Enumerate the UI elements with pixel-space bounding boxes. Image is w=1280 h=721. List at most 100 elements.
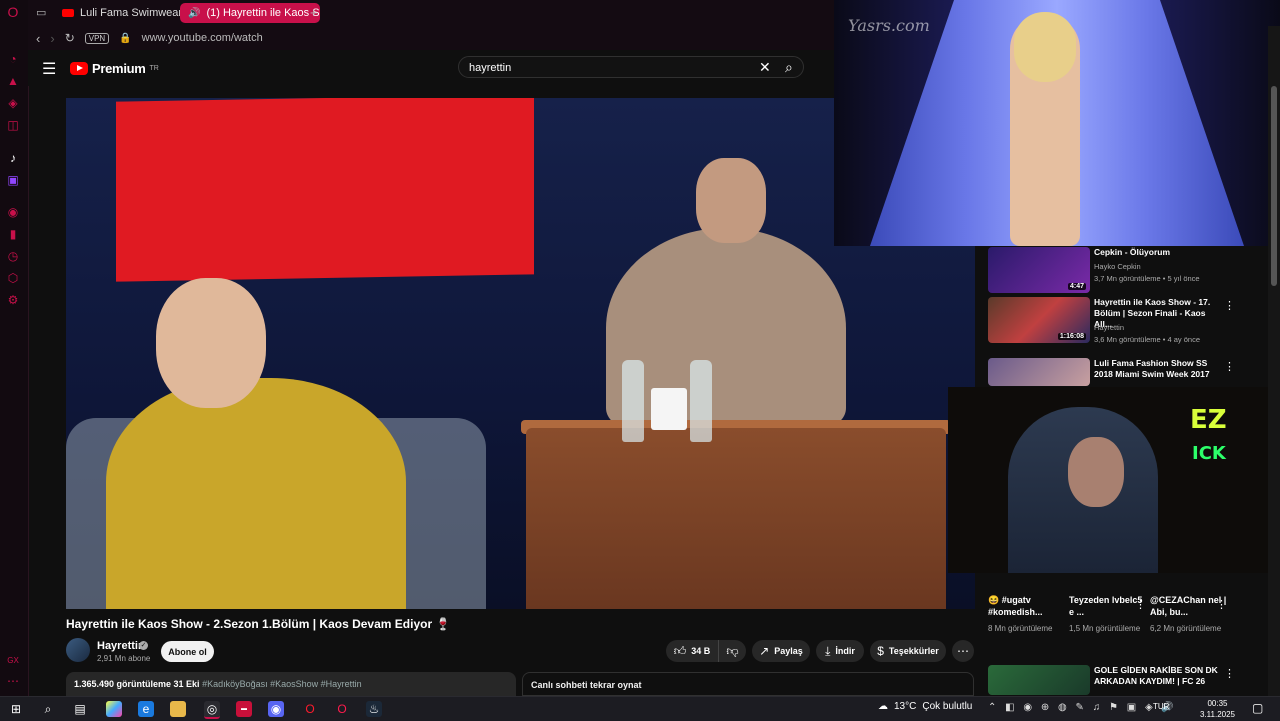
video-title[interactable]: GOLE GİDEN RAKİBE SON DK ARKADAN KAYDIM!… (1094, 665, 1218, 687)
channel-name[interactable]: Hayrettin (97, 640, 145, 652)
more-icon[interactable]: ⋯ (6, 674, 20, 688)
vpn-badge[interactable]: VPN (84, 32, 110, 44)
description-box[interactable]: 1.365.490 görüntüleme 31 Eki #KadıköyBoğ… (66, 672, 516, 696)
url-field[interactable]: www.youtube.com/watch (142, 32, 263, 44)
verified-check-icon: ✓ (139, 641, 148, 650)
recommended-item[interactable]: GOLE GİDEN RAKİBE SON DK ARKADAN KAYDIM!… (988, 665, 1268, 695)
weather-widget[interactable]: ☁ 13°C Çok bulutlu (878, 701, 972, 712)
short-title[interactable]: 😆 #ugatv #komedish... (988, 594, 1066, 618)
water-bottle (622, 360, 644, 442)
channel-name[interactable]: Hayrettin (1094, 323, 1124, 332)
like-button[interactable]: 👍︎ 34 B (666, 640, 718, 662)
extensions-icon[interactable]: ⬡ (6, 271, 20, 285)
host-head (696, 158, 766, 243)
tab-bar: ▭ Luli Fama Swimwear Fash 🔊 (1) Hayretti… (28, 0, 834, 26)
recommended-item[interactable]: 4:47 Cepkin - Ölüyorum Hayko Cepkin 3,7 … (988, 247, 1268, 297)
aria-icon[interactable]: ◔ (6, 52, 20, 66)
more-horizontal-icon: ⋯ (957, 644, 969, 658)
more-options-icon[interactable]: ⋮ (1135, 598, 1146, 611)
short-views: 1,5 Mn görüntüleme (1069, 624, 1141, 633)
date: 3.11.2025 (1200, 710, 1235, 719)
search-icon[interactable]: ⌕ (40, 701, 56, 717)
opera-gx-icon[interactable]: O (334, 701, 350, 717)
steam-icon[interactable]: ♨ (366, 701, 382, 717)
video-thumbnail[interactable]: 4:47 (988, 247, 1090, 293)
reload-icon[interactable]: ↻ (65, 31, 75, 45)
page-scrollbar[interactable] (1268, 26, 1280, 696)
share-button[interactable]: ↗ Paylaş (752, 640, 810, 662)
more-actions-button[interactable]: ⋯ (952, 640, 974, 662)
forward-icon[interactable]: › (50, 31, 54, 46)
system-tray[interactable]: ⌃ ◧ ◉ ⊕ ◍ ✎ ♫ ⚑ ▣ ◈ 🔊 (988, 702, 1177, 713)
speaker-icon[interactable]: 🔊 (188, 8, 200, 19)
opera-gx-taskbar-icon[interactable]: ◎ (204, 701, 220, 719)
hashtags[interactable]: #KadıköyBoğası #KaosShow #Hayrettin (202, 679, 362, 689)
new-tab-button[interactable]: + (310, 5, 318, 20)
file-explorer-icon[interactable] (170, 701, 186, 717)
like-count: 34 B (691, 646, 711, 656)
tab-luli-fama[interactable]: Luli Fama Swimwear Fash (54, 3, 188, 23)
more-options-icon[interactable]: ⋮ (1224, 667, 1235, 680)
more-options-icon[interactable]: ⋮ (1224, 360, 1235, 373)
search-input[interactable] (467, 59, 751, 77)
instagram-icon[interactable]: ◫ (6, 118, 20, 132)
tab-manager-icon[interactable]: ▭ (36, 6, 46, 19)
app-icon[interactable]: ▬ (236, 701, 252, 717)
task-view-icon[interactable]: ▤ (72, 701, 88, 717)
download-label: İndir (835, 646, 855, 656)
video-thumbnail[interactable]: 1:16:08 (988, 297, 1090, 343)
video-thumbnail[interactable] (988, 665, 1090, 695)
opera-logo-icon[interactable]: O (6, 5, 20, 19)
player-icon[interactable]: ◉ (6, 205, 20, 219)
tab-hayrettin[interactable]: 🔊 (1) Hayrettin ile Kaos S (180, 3, 320, 23)
clear-search-icon[interactable]: ✕ (759, 59, 771, 76)
history-icon[interactable]: ◷ (6, 249, 20, 263)
logo-region: TR (149, 65, 159, 72)
download-button[interactable]: ⤓ İndir (816, 640, 864, 662)
scrollbar-thumb[interactable] (1271, 86, 1277, 286)
notification-icon[interactable]: ▢ (1252, 701, 1263, 715)
twitch-icon[interactable]: ▣ (6, 173, 20, 187)
bag-icon[interactable]: ▲ (6, 74, 20, 88)
recommended-item[interactable]: Luli Fama Fashion Show SS 2018 Miami Swi… (988, 358, 1268, 386)
discord-icon[interactable]: ◉ (268, 701, 284, 717)
bookmark-icon[interactable]: ▮ (6, 227, 20, 241)
dislike-button[interactable]: 👎︎ (718, 640, 746, 662)
thanks-button[interactable]: $ Teşekkürler (870, 640, 946, 662)
language-indicator[interactable]: TUR (1153, 702, 1169, 711)
short-item[interactable]: 😆 #ugatv #komedish... 8 Mn görüntüleme (988, 594, 1066, 654)
hamburger-menu-icon[interactable]: ☰ (42, 59, 56, 79)
subscribe-button[interactable]: Abone ol (161, 641, 214, 662)
subscriber-count: 2,91 Mn abone (97, 654, 151, 663)
streamer-face (1068, 437, 1124, 507)
more-options-icon[interactable]: ⋮ (1224, 299, 1235, 312)
settings-icon[interactable]: ⚙ (6, 293, 20, 307)
opera-icon[interactable]: O (302, 701, 318, 717)
messenger-icon[interactable]: ◈ (6, 96, 20, 110)
duration-badge: 1:16:08 (1057, 333, 1086, 340)
windows-start-icon[interactable]: ⊞ (8, 701, 24, 717)
temperature: 13°C (894, 701, 917, 712)
more-options-icon[interactable]: ⋮ (1216, 598, 1227, 611)
youtube-logo[interactable]: Premium TR (70, 61, 159, 76)
overlay-webcam: EZ ICK (948, 387, 1280, 573)
channel-avatar[interactable] (66, 638, 90, 662)
chat-replay-button[interactable]: Canlı sohbeti tekrar oynat (522, 672, 974, 696)
edge-icon[interactable]: e (138, 701, 154, 717)
video-title[interactable]: Cepkin - Ölüyorum (1094, 247, 1218, 258)
channel-name[interactable]: Hayko Cepkin (1094, 262, 1141, 271)
search-icon[interactable]: ⌕ (785, 59, 793, 76)
copilot-icon[interactable] (106, 701, 122, 717)
youtube-play-icon (70, 62, 88, 75)
tiktok-icon[interactable]: ♪ (6, 151, 20, 165)
short-item[interactable]: Teyzeden lvbelc5 e ... 1,5 Mn görüntülem… (1069, 594, 1147, 654)
video-meta: 3,6 Mn görüntüleme • 4 ay önce (1094, 335, 1201, 344)
short-item[interactable]: @CEZAChan nel | Abi, bu... 6,2 Mn görünt… (1150, 594, 1228, 654)
back-icon[interactable]: ‹ (36, 31, 40, 46)
video-title[interactable]: Luli Fama Fashion Show SS 2018 Miami Swi… (1094, 358, 1218, 380)
lock-icon[interactable]: 🔒 (119, 33, 131, 44)
video-thumbnail[interactable] (988, 358, 1090, 386)
gx-icon[interactable]: GX (6, 654, 20, 668)
recommended-item[interactable]: 1:16:08 Hayrettin ile Kaos Show - 17. Bö… (988, 297, 1268, 347)
clock[interactable]: 00:35 3.11.2025 (1200, 698, 1235, 720)
